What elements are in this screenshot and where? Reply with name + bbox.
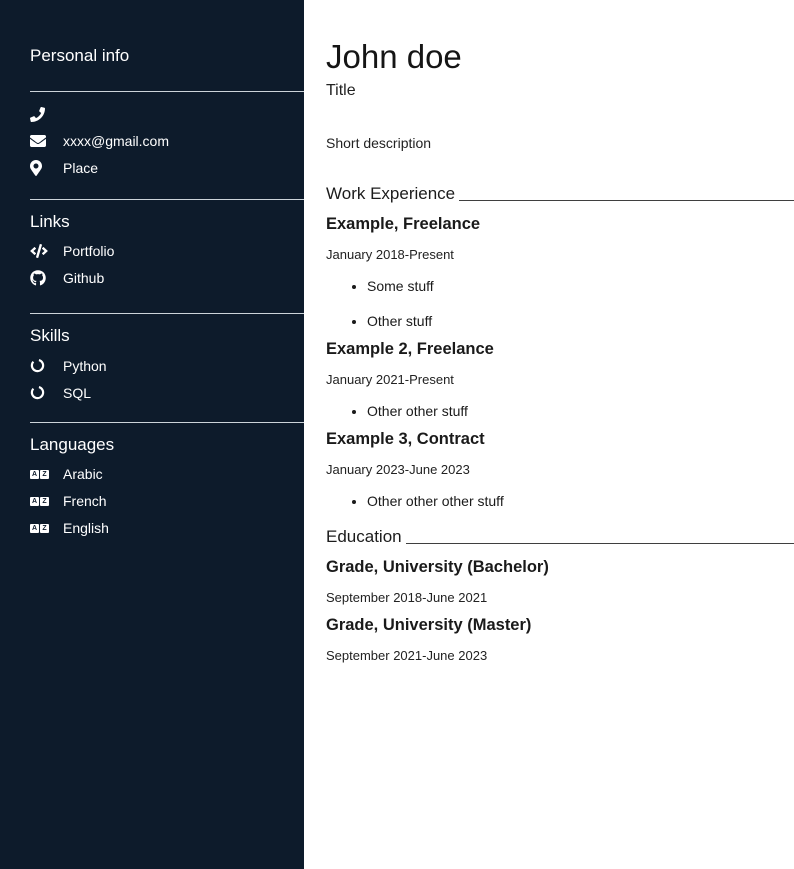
person-name: John doe xyxy=(326,40,794,75)
education-entry-dates: September 2018-June 2021 xyxy=(326,590,794,605)
links-heading: Links xyxy=(30,213,304,232)
links-list: Portfolio Github xyxy=(0,237,304,291)
work-experience-heading-label: Work Experience xyxy=(326,184,455,204)
skill-label: Python xyxy=(63,358,107,374)
language-icon: AZ xyxy=(30,470,52,479)
languages-list: AZ Arabic AZ French AZ English xyxy=(0,461,304,542)
divider xyxy=(30,199,304,200)
education-entry: Grade, University (Master) September 202… xyxy=(326,616,794,663)
language-item: AZ English xyxy=(0,515,304,542)
language-icon: AZ xyxy=(30,524,52,533)
work-entry-title: Example, Freelance xyxy=(326,215,794,234)
work-entry: Example 3, Contract January 2023-June 20… xyxy=(326,430,794,509)
divider xyxy=(30,422,304,423)
work-experience-heading: Work Experience xyxy=(326,184,794,204)
language-label: English xyxy=(63,520,109,536)
phone-icon xyxy=(30,107,52,122)
divider xyxy=(30,313,304,314)
resume-body: John doe Title Short description Work Ex… xyxy=(304,0,794,869)
bullet-item: Other other stuff xyxy=(367,403,794,419)
work-entry-bullets: Other other other stuff xyxy=(367,493,794,509)
portfolio-link-label: Portfolio xyxy=(63,243,114,259)
bullet-item: Other stuff xyxy=(367,313,794,329)
skills-list: Python SQL xyxy=(0,352,304,406)
skills-heading: Skills xyxy=(30,327,304,346)
work-entry-title: Example 2, Freelance xyxy=(326,340,794,359)
place-label: Place xyxy=(63,160,98,176)
work-entry-title: Example 3, Contract xyxy=(326,430,794,449)
language-label: Arabic xyxy=(63,466,103,482)
short-description: Short description xyxy=(326,135,794,151)
code-icon xyxy=(30,244,52,258)
work-entry: Example 2, Freelance January 2021-Presen… xyxy=(326,340,794,419)
github-link-label: Github xyxy=(63,270,104,286)
language-item: AZ Arabic xyxy=(0,461,304,488)
language-label: French xyxy=(63,493,107,509)
circle-notch-icon xyxy=(30,385,52,400)
bullet-item: Some stuff xyxy=(367,278,794,294)
personal-info-heading: Personal info xyxy=(30,47,304,66)
heading-rule xyxy=(406,543,794,544)
personal-info-list: xxxx@gmail.com Place xyxy=(0,101,304,182)
work-entry-bullets: Some stuff Other stuff xyxy=(367,278,794,329)
education-entry-dates: September 2021-June 2023 xyxy=(326,648,794,663)
work-entry-dates: January 2018-Present xyxy=(326,247,794,262)
contact-item-phone xyxy=(0,101,304,128)
bullet-item: Other other other stuff xyxy=(367,493,794,509)
github-icon xyxy=(30,270,52,286)
education-heading: Education xyxy=(326,527,794,547)
skill-item: SQL xyxy=(0,379,304,406)
education-heading-label: Education xyxy=(326,527,402,547)
work-entry-dates: January 2021-Present xyxy=(326,372,794,387)
language-item: AZ French xyxy=(0,488,304,515)
contact-item-email: xxxx@gmail.com xyxy=(0,128,304,155)
divider xyxy=(30,91,304,92)
education-entry-title: Grade, University (Bachelor) xyxy=(326,558,794,577)
skill-item: Python xyxy=(0,352,304,379)
skill-label: SQL xyxy=(63,385,91,401)
email-label: xxxx@gmail.com xyxy=(63,133,169,149)
link-item-github[interactable]: Github xyxy=(0,264,304,291)
work-entry: Example, Freelance January 2018-Present … xyxy=(326,215,794,329)
map-marker-icon xyxy=(30,160,52,176)
education-entry: Grade, University (Bachelor) September 2… xyxy=(326,558,794,605)
link-item-portfolio[interactable]: Portfolio xyxy=(0,237,304,264)
heading-rule xyxy=(459,200,794,201)
education-entry-title: Grade, University (Master) xyxy=(326,616,794,635)
language-icon: AZ xyxy=(30,497,52,506)
work-entry-dates: January 2023-June 2023 xyxy=(326,462,794,477)
envelope-icon xyxy=(30,133,52,149)
languages-heading: Languages xyxy=(30,436,304,455)
contact-item-place: Place xyxy=(0,155,304,182)
person-title: Title xyxy=(326,82,794,100)
work-entry-bullets: Other other stuff xyxy=(367,403,794,419)
sidebar: Personal info xxxx@gmail.com Place Links xyxy=(0,0,304,869)
circle-notch-icon xyxy=(30,358,52,373)
